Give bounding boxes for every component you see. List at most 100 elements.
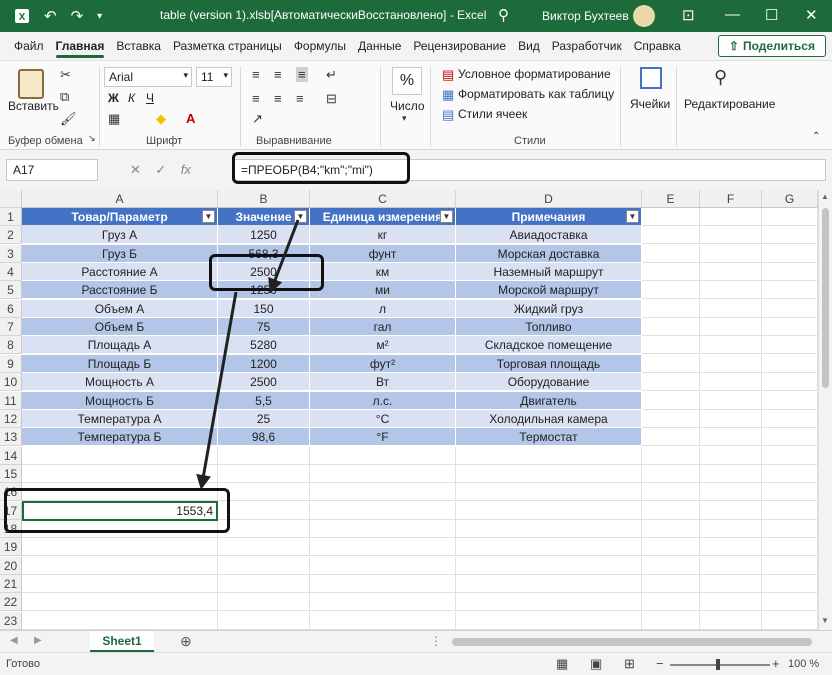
empty-cell[interactable] (456, 483, 642, 502)
format-as-table-button[interactable]: Форматировать как таблицу (458, 87, 614, 101)
column-header-E[interactable]: E (642, 190, 700, 208)
empty-cell[interactable] (762, 336, 818, 355)
empty-cell[interactable] (642, 318, 700, 337)
empty-cell[interactable] (310, 575, 456, 593)
empty-cell[interactable] (700, 299, 762, 318)
scroll-up-icon[interactable]: ▲ (821, 192, 829, 201)
tab-view[interactable]: Вид (512, 32, 546, 60)
column-header-F[interactable]: F (700, 190, 762, 208)
empty-cell[interactable] (700, 409, 762, 428)
table-cell-notes[interactable]: Жидкий груз (456, 299, 642, 318)
empty-cell[interactable] (642, 483, 700, 502)
empty-cell[interactable] (700, 556, 762, 575)
empty-cell[interactable] (642, 501, 700, 520)
merge-icon[interactable]: ⊟ (326, 91, 337, 107)
tab-file[interactable]: Файл (8, 32, 50, 60)
row-header-23[interactable]: 23 (0, 611, 22, 630)
empty-cell[interactable] (762, 263, 818, 282)
empty-cell[interactable] (642, 208, 700, 226)
column-header-D[interactable]: D (456, 190, 642, 208)
empty-cell[interactable] (700, 244, 762, 263)
empty-cell[interactable] (642, 354, 700, 373)
column-header-G[interactable]: G (762, 190, 818, 208)
empty-cell[interactable] (642, 538, 700, 557)
tab-data[interactable]: Данные (352, 32, 407, 60)
empty-cell[interactable] (762, 538, 818, 557)
table-cell-notes[interactable]: Торговая площадь (456, 354, 642, 373)
empty-cell[interactable] (700, 519, 762, 538)
empty-cell[interactable] (700, 428, 762, 447)
empty-cell[interactable] (700, 501, 762, 520)
empty-cell[interactable] (642, 391, 700, 410)
empty-cell[interactable] (762, 483, 818, 502)
close-icon[interactable]: ✕ (805, 6, 818, 24)
font-size-select[interactable]: 11 ▾ (196, 67, 232, 87)
empty-cell[interactable] (642, 409, 700, 428)
empty-cell[interactable] (762, 428, 818, 447)
empty-cell[interactable] (762, 611, 818, 630)
borders-icon[interactable]: ▦ (108, 111, 120, 127)
empty-cell[interactable] (22, 611, 218, 630)
zoom-level[interactable]: 100 % (788, 658, 819, 670)
empty-cell[interactable] (762, 556, 818, 575)
empty-cell[interactable] (218, 575, 310, 593)
row-header-19[interactable]: 19 (0, 538, 22, 557)
empty-cell[interactable] (642, 593, 700, 612)
vertical-scrollbar[interactable]: ▲ ▼ (818, 190, 832, 630)
empty-cell[interactable] (762, 281, 818, 300)
empty-cell[interactable] (762, 409, 818, 428)
empty-cell[interactable] (700, 281, 762, 300)
align-top-icon[interactable]: ≡ (252, 67, 260, 82)
empty-cell[interactable] (310, 593, 456, 612)
empty-cell[interactable] (762, 519, 818, 538)
sheet-tab-sheet1[interactable]: Sheet1 (90, 631, 154, 653)
empty-cell[interactable] (642, 556, 700, 575)
editing-button[interactable]: Редактирование (684, 97, 775, 111)
zoom-slider-thumb[interactable] (716, 659, 720, 670)
scroll-thumb[interactable] (822, 208, 829, 388)
empty-cell[interactable] (762, 208, 818, 226)
minimize-icon[interactable]: — (725, 6, 740, 23)
row-header-21[interactable]: 21 (0, 575, 22, 593)
empty-cell[interactable] (642, 373, 700, 392)
empty-cell[interactable] (310, 556, 456, 575)
zoom-in-icon[interactable]: + (772, 656, 780, 671)
align-bottom-icon[interactable]: ≡ (296, 67, 308, 82)
empty-cell[interactable] (762, 501, 818, 520)
align-center-icon[interactable]: ≡ (274, 91, 282, 106)
percent-icon[interactable]: % (392, 67, 422, 95)
empty-cell[interactable] (700, 336, 762, 355)
empty-cell[interactable] (700, 575, 762, 593)
empty-cell[interactable] (700, 263, 762, 282)
empty-cell[interactable] (22, 593, 218, 612)
empty-cell[interactable] (642, 611, 700, 630)
orientation-icon[interactable]: ↗ (252, 111, 263, 127)
empty-cell[interactable] (218, 593, 310, 612)
filter-dropdown-icon[interactable]: ▼ (626, 210, 639, 223)
empty-cell[interactable] (642, 281, 700, 300)
empty-cell[interactable] (22, 556, 218, 575)
empty-cell[interactable] (700, 464, 762, 483)
empty-cell[interactable] (218, 611, 310, 630)
paste-icon[interactable] (18, 69, 44, 99)
avatar[interactable] (633, 5, 655, 27)
cut-icon[interactable]: ✂ (60, 67, 71, 83)
spreadsheet-grid[interactable]: A B C D E F G 1 Товар/Параметр ▼ Значение ▼ Е… (0, 190, 832, 649)
table-header-notes[interactable]: Примечания ▼ (456, 208, 642, 226)
redo-icon[interactable]: ↷ (71, 7, 84, 25)
cell-styles-button[interactable]: Стили ячеек (458, 107, 527, 121)
clipboard-launcher-icon[interactable]: ↘ (88, 133, 96, 144)
row-header-22[interactable]: 22 (0, 593, 22, 612)
empty-cell[interactable] (456, 501, 642, 520)
empty-cell[interactable] (700, 354, 762, 373)
italic-button[interactable]: К (128, 91, 135, 105)
empty-cell[interactable] (456, 611, 642, 630)
empty-cell[interactable] (762, 446, 818, 465)
add-sheet-icon[interactable]: ⊕ (180, 633, 192, 650)
table-cell-notes[interactable]: Наземный маршрут (456, 263, 642, 282)
tab-review[interactable]: Рецензирование (407, 32, 512, 60)
table-cell-notes[interactable]: Топливо (456, 318, 642, 337)
empty-cell[interactable] (310, 538, 456, 557)
empty-cell[interactable] (762, 318, 818, 337)
empty-cell[interactable] (762, 464, 818, 483)
